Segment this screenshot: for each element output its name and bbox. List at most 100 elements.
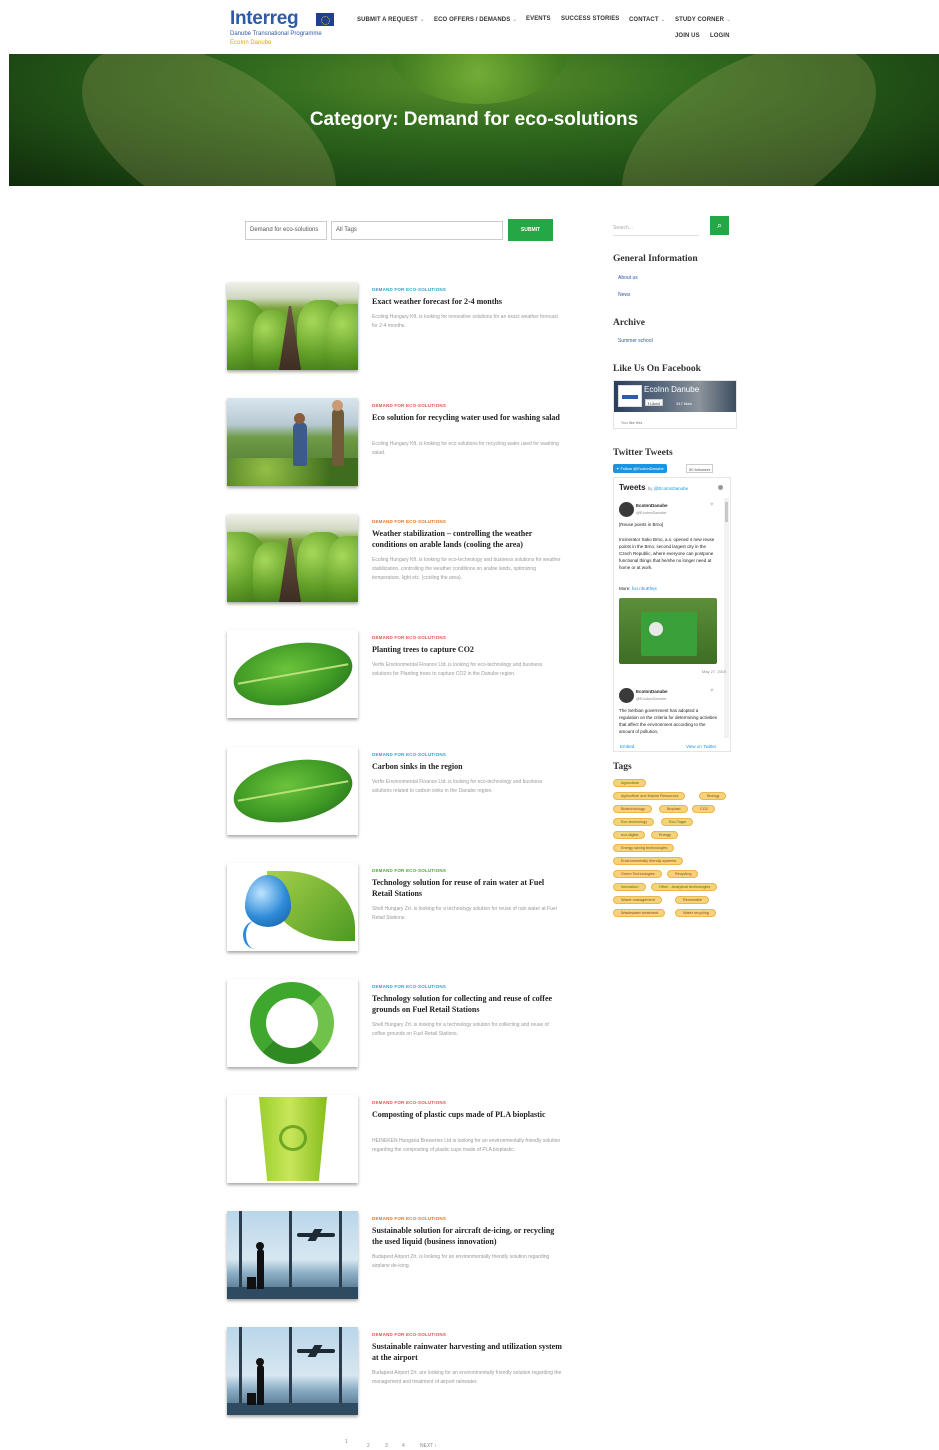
post-thumbnail[interactable] (227, 1327, 358, 1415)
post-category[interactable]: DEMAND FOR ECO-SOLUTIONS (372, 984, 446, 989)
tag-item[interactable]: Wastewater treatment (613, 909, 665, 917)
post-category[interactable]: DEMAND FOR ECO-SOLUTIONS (372, 1100, 446, 1105)
tag-item[interactable]: Renewable (675, 896, 709, 904)
category-select[interactable]: Demand for eco-solutions (245, 221, 327, 240)
post-title[interactable]: Exact weather forecast for 2-4 months (372, 296, 562, 307)
chevron-down-icon: ⌄ (512, 17, 518, 23)
tweet-author-name[interactable]: EcoInnDanube (636, 503, 668, 508)
post-card: DEMAND FOR ECO-SOLUTIONS Technology solu… (227, 979, 567, 1069)
post-thumbnail[interactable] (227, 1211, 358, 1299)
tweet-date[interactable]: May 27, 2019 (702, 669, 726, 674)
twitter-embed-link[interactable]: Embed (620, 744, 634, 749)
tag-item[interactable]: Other - Analytical technologies (651, 883, 718, 891)
twitter-heading: Twitter Tweets (613, 448, 673, 458)
nav-study-corner[interactable]: STUDY CORNER ⌄ (675, 16, 731, 23)
post-category[interactable]: DEMAND FOR ECO-SOLUTIONS (372, 1332, 446, 1337)
tag-item[interactable]: Waste management (613, 896, 662, 904)
tweet-text: The Serbian government has adopted a reg… (619, 708, 718, 734)
post-title[interactable]: Weather stabilization – controlling the … (372, 528, 562, 550)
link-summer-school[interactable]: Summer school (618, 338, 653, 344)
post-thumbnail[interactable] (227, 747, 358, 835)
post-title[interactable]: Eco solution for recycling water used fo… (372, 412, 562, 423)
chevron-down-icon: ⌄ (660, 17, 666, 23)
post-title[interactable]: Planting trees to capture CO2 (372, 644, 562, 655)
avatar[interactable] (619, 688, 634, 703)
twitter-timeline: Tweets by @EcoInnDanube EcoInnDanube @Ec… (613, 477, 731, 752)
heart-icon[interactable]: ♥ (710, 688, 714, 694)
tag-item[interactable]: Green Technologies (613, 870, 662, 878)
link-news[interactable]: News (618, 292, 631, 298)
tweet-author-handle[interactable]: @EcoInnDanube (636, 696, 667, 701)
tweet-author-name[interactable]: EcoInnDanube (636, 689, 668, 694)
page-4-button[interactable]: 4 (402, 1443, 405, 1449)
twitter-followers-count[interactable]: 50 followers (686, 464, 714, 473)
facebook-liked-button[interactable]: f Liked (645, 399, 663, 406)
link-about-us[interactable]: About us (618, 275, 638, 281)
post-thumbnail[interactable] (227, 398, 358, 486)
post-category[interactable]: DEMAND FOR ECO-SOLUTIONS (372, 403, 446, 408)
post-thumbnail[interactable] (227, 282, 358, 370)
sidebar-search-input[interactable]: Search... (613, 219, 699, 236)
post-thumbnail[interactable] (227, 1095, 358, 1183)
tag-item[interactable]: Recycling (667, 870, 699, 878)
post-title[interactable]: Carbon sinks in the region (372, 761, 562, 772)
tags-select[interactable]: All Tags (331, 221, 503, 240)
facebook-page-name[interactable]: EcoInn Danube (644, 385, 699, 394)
tag-item[interactable]: Biotechnology (613, 805, 652, 813)
nav-join-us[interactable]: JOIN US (675, 33, 700, 39)
interreg-logo[interactable]: Interreg Danube Transnational Programme … (230, 8, 340, 50)
tag-item[interactable]: Eco-technology (613, 818, 655, 826)
post-title[interactable]: Composting of plastic cups made of PLA b… (372, 1109, 562, 1120)
post-thumbnail[interactable] (227, 979, 358, 1067)
page-3-button[interactable]: 3 (385, 1443, 388, 1449)
facebook-page-avatar[interactable] (618, 385, 642, 407)
nav-events[interactable]: EVENTS (526, 16, 551, 22)
post-category[interactable]: DEMAND FOR ECO-SOLUTIONS (372, 287, 446, 292)
recycle-icon (279, 1125, 307, 1151)
heart-icon[interactable]: ♥ (710, 502, 714, 508)
nav-eco-offers[interactable]: ECO OFFERS / DEMANDS ⌄ (434, 16, 517, 23)
search-button[interactable]: ⌕ (710, 216, 729, 235)
tag-item[interactable]: CO2 (692, 805, 715, 813)
post-thumbnail[interactable] (227, 630, 358, 718)
post-title[interactable]: Sustainable rainwater harvesting and uti… (372, 1341, 562, 1363)
post-category[interactable]: DEMAND FOR ECO-SOLUTIONS (372, 635, 446, 640)
tweet-image[interactable] (619, 598, 717, 664)
post-thumbnail[interactable] (227, 514, 358, 602)
next-page-button[interactable]: NEXT › (420, 1443, 436, 1449)
post-category[interactable]: DEMAND FOR ECO-SOLUTIONS (372, 1216, 446, 1221)
tag-item[interactable]: Energy (651, 831, 679, 839)
info-icon[interactable] (718, 485, 723, 490)
nav-success-stories[interactable]: SUCCESS STORIES (561, 16, 619, 22)
tag-item[interactable]: Environmentally friendly systems (613, 857, 684, 865)
tag-item[interactable]: Energy saving technologies (613, 844, 675, 852)
post-thumbnail[interactable] (227, 863, 358, 951)
facebook-like-text: You like this (621, 420, 643, 425)
tag-item[interactable]: Bioplast (659, 805, 688, 813)
post-title[interactable]: Sustainable solution for aircraft de-ici… (372, 1225, 562, 1247)
page-1-button[interactable]: 1 (345, 1439, 348, 1445)
twitter-follow-button[interactable]: ✦ Follow @EcoInnDanube (613, 464, 667, 473)
tag-item[interactable]: Agriculture and Marine Resources (613, 792, 686, 800)
nav-submit-request[interactable]: SUBMIT A REQUEST ⌄ (357, 16, 425, 23)
tag-item[interactable]: Agriculture (613, 779, 647, 787)
twitter-bird-icon: ✦ (616, 466, 620, 471)
post-title[interactable]: Technology solution for reuse of rain wa… (372, 877, 562, 899)
tweet-author-handle[interactable]: @EcoInnDanube (636, 510, 667, 515)
post-category[interactable]: DEMAND FOR ECO-SOLUTIONS (372, 868, 446, 873)
post-category[interactable]: DEMAND FOR ECO-SOLUTIONS (372, 752, 446, 757)
avatar[interactable] (619, 502, 634, 517)
nav-contact[interactable]: CONTACT ⌄ (629, 16, 666, 23)
nav-login[interactable]: LOGIN (710, 33, 730, 39)
tag-item[interactable]: Eco-Tagai (661, 818, 693, 826)
post-title[interactable]: Technology solution for collecting and r… (372, 993, 562, 1015)
timeline-scrollbar[interactable] (724, 498, 729, 738)
post-category[interactable]: DEMAND FOR ECO-SOLUTIONS (372, 519, 446, 524)
filter-submit-button[interactable]: SUBMIT (508, 219, 553, 241)
tag-item[interactable]: Innovation (613, 883, 646, 891)
page-2-button[interactable]: 2 (367, 1443, 370, 1449)
tag-item[interactable]: eco-digital (613, 831, 646, 839)
tag-item[interactable]: Biology (699, 792, 727, 800)
view-on-twitter-link[interactable]: View on Twitter (686, 744, 716, 749)
tag-item[interactable]: Water recycling (675, 909, 717, 917)
